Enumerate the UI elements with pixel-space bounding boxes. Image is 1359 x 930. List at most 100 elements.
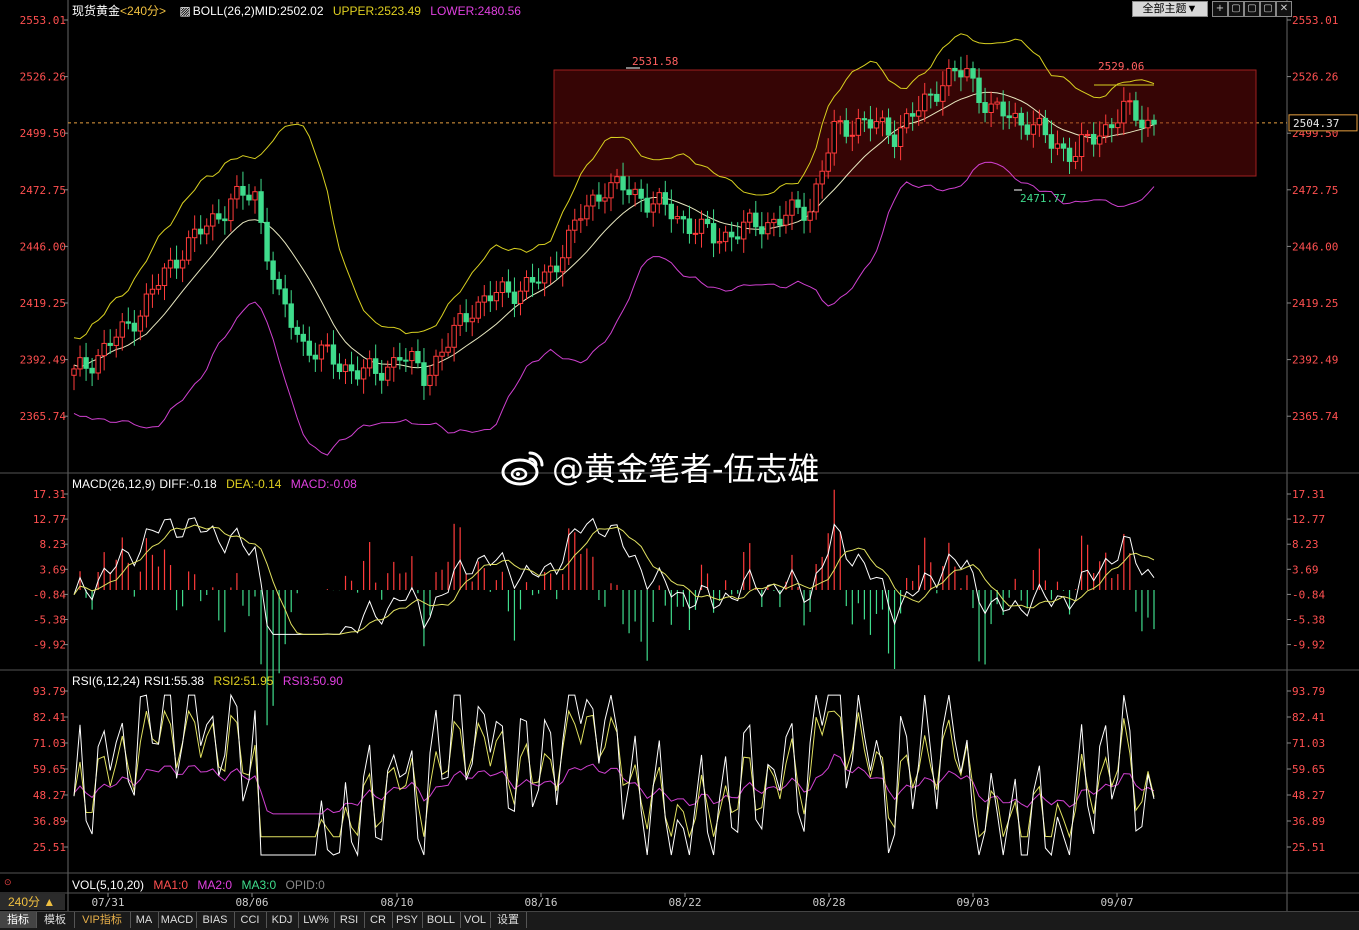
theme-selector-button[interactable]: 全部主题▼ xyxy=(1132,1,1208,17)
macd-axis-label: -0.84 xyxy=(33,588,66,601)
rsi-axis-label: 93.79 xyxy=(1292,685,1325,698)
candle-body xyxy=(934,93,940,102)
candle-body xyxy=(626,189,632,196)
candle-body xyxy=(1133,100,1139,121)
tab-2[interactable]: VIP指标 xyxy=(74,912,131,928)
price-axis-label: 2472.75 xyxy=(1292,184,1338,197)
candle-body xyxy=(650,203,656,213)
candle-body xyxy=(499,281,506,294)
tab-8[interactable]: LW% xyxy=(298,912,335,928)
candle-body xyxy=(843,120,849,137)
candle-body xyxy=(336,363,343,373)
rsi-label: RSI(6,12,24) xyxy=(72,674,141,688)
price-axis-label: 2499.50 xyxy=(20,127,66,140)
rsi-axis-label: 71.03 xyxy=(1292,737,1325,750)
candle-body xyxy=(330,344,337,365)
target-icon[interactable]: ⊙ xyxy=(4,878,12,888)
rsi1-value: RSI1:55.38 xyxy=(144,674,205,688)
tab-7[interactable]: KDJ xyxy=(266,912,299,928)
tab-0[interactable]: 指标 xyxy=(0,912,37,928)
candle-body xyxy=(276,278,282,290)
candle-body xyxy=(204,225,210,235)
candle-body xyxy=(481,295,487,303)
candle-body xyxy=(1024,124,1030,135)
candle-body xyxy=(282,288,288,305)
candle-body xyxy=(614,176,620,184)
candle-body xyxy=(632,188,638,196)
macd-axis-label: 17.31 xyxy=(1292,488,1325,501)
macd-axis-label: 17.31 xyxy=(33,488,66,501)
candle-body xyxy=(674,216,681,220)
tab-11[interactable]: PSY xyxy=(392,912,423,928)
candle-body xyxy=(228,198,234,222)
tab-4[interactable]: MACD xyxy=(158,912,197,928)
boll-indicator-icon[interactable]: ▨ xyxy=(179,4,190,18)
layout-icon-3[interactable]: ▢ xyxy=(1260,1,1276,17)
candle-body xyxy=(885,117,892,136)
tab-13[interactable]: VOL xyxy=(460,912,491,928)
price-axis-label: 2553.01 xyxy=(20,14,66,27)
candle-body xyxy=(638,188,644,199)
tab-9[interactable]: RSI xyxy=(334,912,365,928)
candle-body xyxy=(445,346,451,353)
candle-body xyxy=(578,218,584,221)
macd-axis-label: -5.38 xyxy=(33,614,66,627)
candle-body xyxy=(722,231,729,243)
candle-body xyxy=(372,358,379,374)
price-axis-label: 2446.00 xyxy=(1292,240,1338,253)
candle-body xyxy=(306,340,313,356)
rsi-axis-label: 48.27 xyxy=(33,789,66,802)
candle-body xyxy=(777,218,783,226)
close-icon[interactable]: ✕ xyxy=(1276,1,1292,17)
candle-body xyxy=(101,342,107,357)
tab-3[interactable]: MA xyxy=(130,912,159,928)
candle-body xyxy=(433,355,439,376)
candle-body xyxy=(994,101,1000,105)
tab-6[interactable]: CCI xyxy=(234,912,267,928)
candle-body xyxy=(946,67,952,87)
candle-body xyxy=(753,212,759,228)
layout-icon-2[interactable]: ▢ xyxy=(1244,1,1260,17)
candle-body xyxy=(765,222,771,235)
add-window-icon[interactable]: + xyxy=(1212,1,1228,17)
period-selector-button[interactable]: 240分 ▲ xyxy=(0,894,65,910)
candle-body xyxy=(915,110,922,117)
candle-body xyxy=(1151,119,1157,125)
candle-body xyxy=(258,191,264,223)
candle-body xyxy=(668,203,675,220)
candle-body xyxy=(1115,122,1121,129)
price-axis-label: 2526.26 xyxy=(20,71,66,84)
layout-icon-1[interactable]: ▢ xyxy=(1228,1,1244,17)
candle-body xyxy=(692,232,699,235)
candle-body xyxy=(813,183,819,213)
rsi-axis-label: 71.03 xyxy=(33,737,66,750)
candle-body xyxy=(234,185,240,200)
boll-lower-line xyxy=(73,161,1155,456)
macd-axis-label: 8.23 xyxy=(1292,538,1319,551)
candle-body xyxy=(988,103,994,113)
candle-body xyxy=(1018,112,1024,126)
candle-body xyxy=(324,344,331,347)
tab-10[interactable]: CR xyxy=(364,912,393,928)
candle-body xyxy=(360,367,367,380)
vol-ma1: MA1:0 xyxy=(153,878,189,892)
candle-body xyxy=(379,372,385,381)
candle-body xyxy=(1054,143,1061,149)
candle-body xyxy=(403,359,409,362)
candle-body xyxy=(348,364,355,372)
tab-12[interactable]: BOLL xyxy=(422,912,461,928)
candle-body xyxy=(131,322,138,332)
tab-5[interactable]: BIAS xyxy=(196,912,235,928)
candle-body xyxy=(1006,115,1012,119)
candle-body xyxy=(173,259,180,269)
candle-body xyxy=(855,118,862,136)
candle-body xyxy=(771,218,777,224)
candle-body xyxy=(312,354,319,360)
candle-body xyxy=(366,358,373,369)
symbol-name[interactable]: 现货黄金 xyxy=(72,4,120,18)
candle-body xyxy=(734,236,741,240)
candle-body xyxy=(475,301,481,319)
tab-1[interactable]: 模板 xyxy=(36,912,75,928)
tab-14[interactable]: 设置 xyxy=(490,912,527,928)
candle-body xyxy=(397,357,403,361)
